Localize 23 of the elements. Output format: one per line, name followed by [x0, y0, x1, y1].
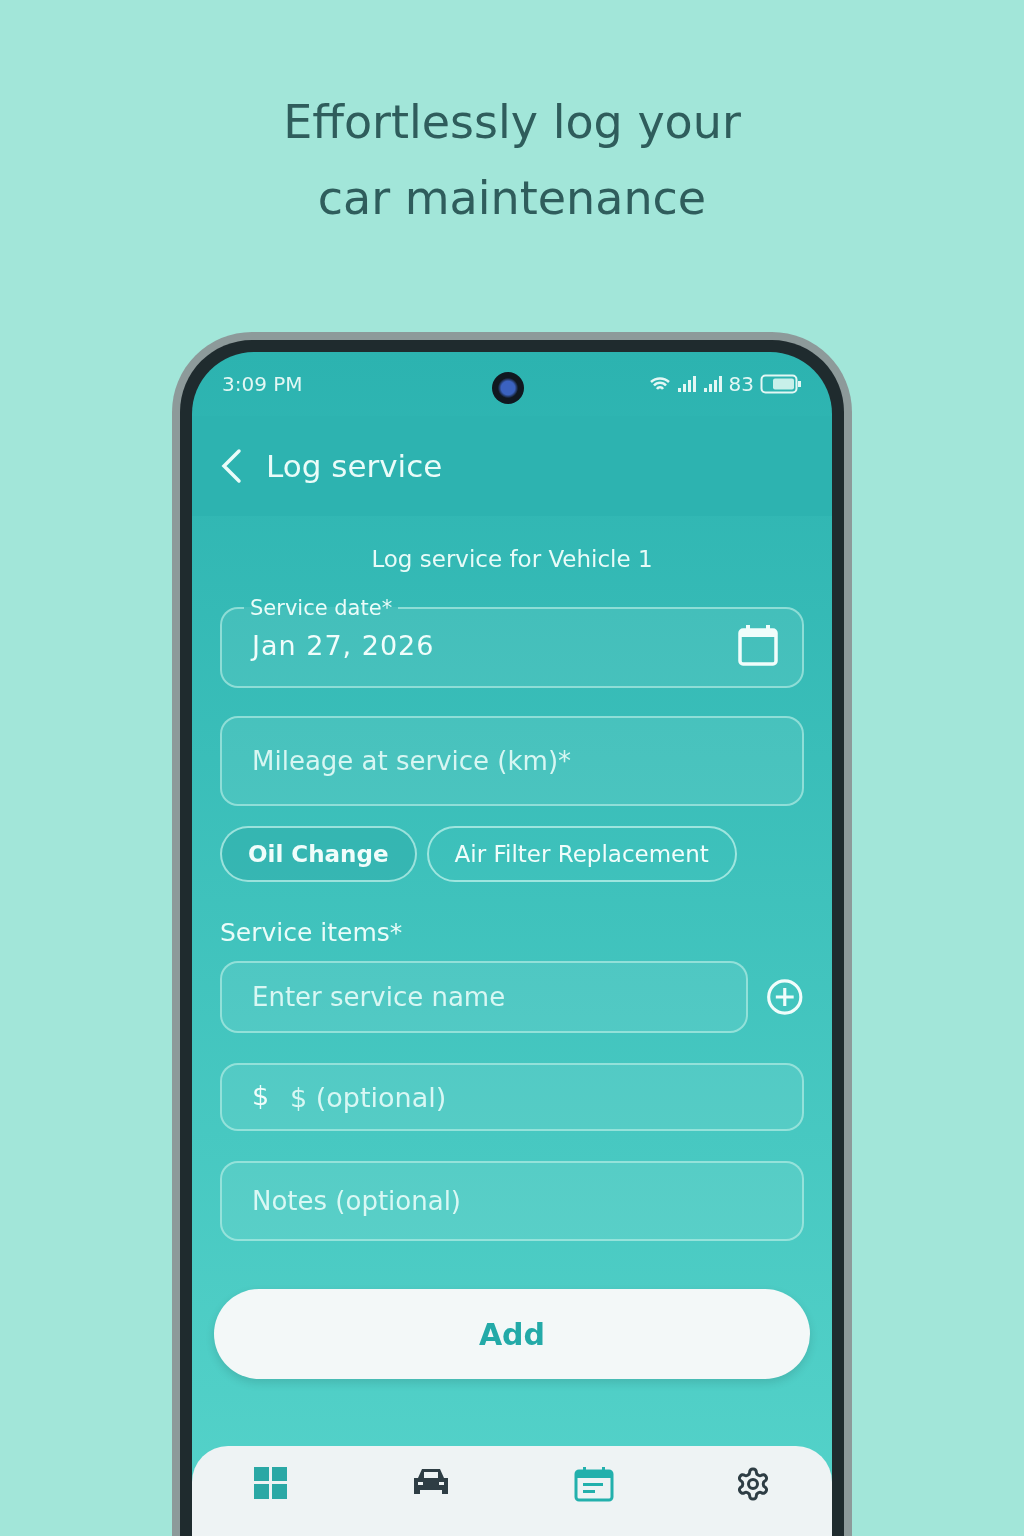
field-label: Service date*	[249, 596, 394, 620]
battery-icon	[760, 374, 802, 394]
service-chip[interactable]: Oil Change	[220, 826, 417, 882]
grid-icon	[252, 1466, 289, 1500]
service-name-field[interactable]: Enter service name	[220, 961, 749, 1033]
subtitle: Log service for Vehicle 1	[370, 546, 654, 572]
headline: Effortlessly log your car maintenance	[283, 94, 741, 227]
screen-title: Log service	[266, 448, 443, 484]
add-circle-icon[interactable]	[766, 976, 804, 1018]
status-time: 3:09 PM	[222, 372, 303, 396]
notes-field[interactable]: Notes (optional)	[220, 1161, 804, 1241]
calendar-icon[interactable]	[738, 624, 778, 666]
signal-icon	[676, 375, 697, 393]
calendar-icon	[573, 1466, 614, 1502]
camera-icon	[492, 372, 524, 404]
add-button[interactable]: Add	[214, 1289, 810, 1379]
date-value: Jan 27, 2026	[252, 629, 436, 661]
section-label: Service items*	[220, 918, 404, 947]
battery-percent: 83	[728, 372, 754, 396]
currency-symbol: $	[252, 1080, 270, 1111]
mileage-field[interactable]: Mileage at service (km)*	[220, 716, 804, 806]
service-chip[interactable]: Air Filter Replacement	[426, 826, 737, 882]
signal-icon	[702, 375, 723, 393]
